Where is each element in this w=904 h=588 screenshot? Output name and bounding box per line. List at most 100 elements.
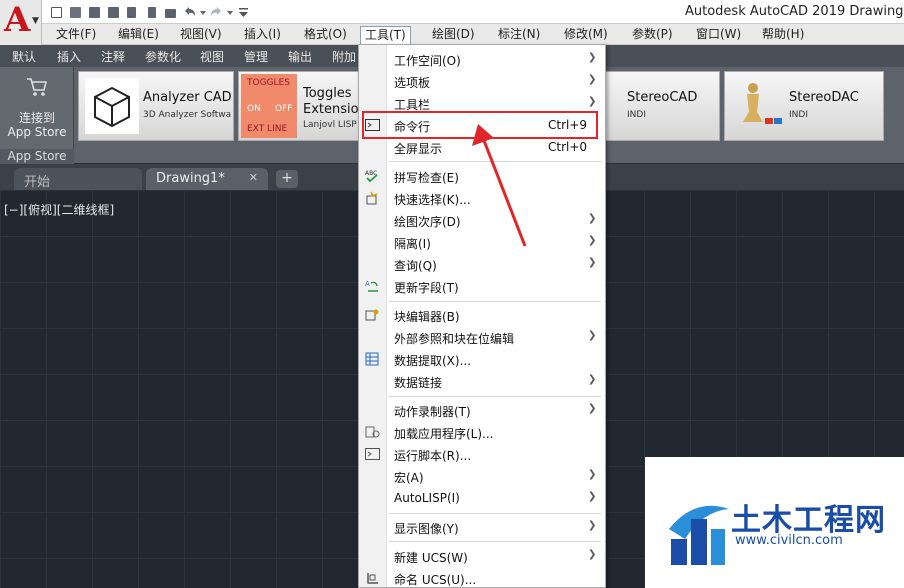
undo-dropdown-icon[interactable]	[200, 4, 206, 21]
print-icon[interactable]	[162, 4, 179, 21]
app-name: StereoDAC	[789, 90, 859, 105]
viewport-controls[interactable]: [−][俯视][二维线框]	[4, 201, 114, 218]
block-editor-icon	[365, 309, 379, 321]
ribbon-tab-output[interactable]: 输出	[288, 48, 312, 65]
app-card-stereodac[interactable]: StereoDAC INDI	[724, 71, 884, 141]
ribbon-tab-annotate[interactable]: 注释	[101, 48, 125, 65]
redo-icon[interactable]	[208, 4, 225, 21]
app-publisher: INDI	[789, 110, 808, 120]
menu-help[interactable]: 帮助(H)	[758, 26, 808, 44]
run-script-icon	[365, 448, 380, 460]
menu-item-workspaces[interactable]: 工作空间(O) ❯	[359, 48, 605, 70]
close-icon[interactable]: ✕	[249, 171, 258, 184]
menu-dimension[interactable]: 标注(N)	[494, 26, 544, 44]
menu-item-named-ucs[interactable]: 命名 UCS(U)...	[359, 567, 605, 588]
menu-item-data-extraction[interactable]: 数据提取(X)...	[359, 348, 605, 370]
menu-format[interactable]: 格式(O)	[300, 26, 351, 44]
new-file-icon[interactable]	[48, 4, 65, 21]
chevron-right-icon: ❯	[588, 213, 597, 224]
site-watermark: 土木工程网 www.civilcn.com	[645, 457, 904, 588]
ribbon-tab-view[interactable]: 视图	[200, 48, 224, 65]
spell-check-icon: ABC	[365, 170, 378, 183]
save-icon[interactable]	[86, 4, 103, 21]
menu-item-draw-order[interactable]: 绘图次序(D) ❯	[359, 209, 605, 231]
chevron-right-icon: ❯	[588, 491, 597, 502]
menu-bar: 文件(F) 编辑(E) 视图(V) 插入(I) 格式(O) 工具(T) 绘图(D…	[42, 24, 904, 46]
menu-separator	[389, 396, 601, 397]
ribbon-tab-addins[interactable]: 附加	[332, 48, 356, 65]
app-publisher: Lanjovl LISP	[303, 120, 357, 130]
toggles-thumbnail: TOGGLES ON OFF EXT LINE	[241, 74, 297, 138]
chevron-right-icon: ❯	[588, 52, 597, 63]
app-title: Autodesk AutoCAD 2019 Drawing1.	[685, 4, 904, 19]
app-card-stereocad[interactable]: StereoCAD INDI	[600, 71, 720, 141]
menu-parametric[interactable]: 参数(P)	[628, 26, 677, 44]
menu-item-block-editor[interactable]: 块编辑器(B)	[359, 304, 605, 326]
app-store-label: 连接到	[18, 111, 55, 125]
new-tab-button[interactable]: +	[276, 170, 298, 188]
open-folder-icon[interactable]	[67, 4, 84, 21]
svg-text:A: A	[365, 280, 370, 288]
cube-icon	[85, 78, 139, 134]
menu-item-display-image[interactable]: 显示图像(Y) ❯	[359, 516, 605, 538]
menu-item-new-ucs[interactable]: 新建 UCS(W) ❯	[359, 545, 605, 567]
shopping-cart-icon	[27, 78, 48, 96]
tab-start[interactable]: 开始	[14, 168, 142, 190]
undo-icon[interactable]	[181, 4, 198, 21]
panel-title: App Store	[0, 149, 74, 164]
tab-label: 开始	[24, 175, 51, 190]
app-publisher: 3D Analyzer Softwa	[143, 110, 232, 120]
chevron-right-icon: ❯	[588, 520, 597, 531]
menu-separator	[389, 301, 601, 302]
menu-item-isolate[interactable]: 隔离(I) ❯	[359, 231, 605, 253]
app-card-analyzer-cad[interactable]: Analyzer CAD 3D Analyzer Softwa	[78, 71, 234, 141]
chess-piece-icon	[743, 83, 782, 124]
application-menu-button[interactable]: A ▼	[0, 0, 42, 48]
menu-item-palettes[interactable]: 选项板 ❯	[359, 70, 605, 92]
menu-view[interactable]: 视图(V)	[176, 26, 226, 44]
redo-dropdown-icon[interactable]	[227, 4, 233, 21]
open-sheet-icon[interactable]	[124, 4, 141, 21]
menu-item-inquiry[interactable]: 查询(Q) ❯	[359, 253, 605, 275]
menu-item-autolisp[interactable]: AutoLISP(I) ❯	[359, 487, 605, 509]
ribbon-tab-manage[interactable]: 管理	[244, 48, 268, 65]
title-bar: Autodesk AutoCAD 2019 Drawing1.	[0, 0, 904, 24]
app-card-toggles-extension[interactable]: TOGGLES ON OFF EXT LINE Toggles Extensio…	[238, 71, 367, 141]
app-store-label: App Store	[7, 125, 67, 139]
menu-item-quick-select[interactable]: 快速选择(K)...	[359, 187, 605, 209]
chevron-right-icon: ❯	[588, 549, 597, 560]
chevron-right-icon: ❯	[588, 330, 597, 341]
menu-item-fullscreen[interactable]: 全屏显示 Ctrl+0	[359, 136, 605, 158]
menu-item-run-script[interactable]: 运行脚本(R)...	[359, 443, 605, 465]
chevron-right-icon: ❯	[588, 96, 597, 107]
customize-qat-icon[interactable]	[235, 4, 252, 21]
menu-file[interactable]: 文件(F)	[52, 26, 100, 44]
menu-item-load-application[interactable]: 加载应用程序(L)...	[359, 421, 605, 443]
watermark-url: www.civilcn.com	[735, 533, 843, 548]
menu-item-macro[interactable]: 宏(A) ❯	[359, 465, 605, 487]
menu-item-data-links[interactable]: 数据链接 ❯	[359, 370, 605, 392]
menu-edit[interactable]: 编辑(E)	[114, 26, 163, 44]
menu-item-xref-in-place-edit[interactable]: 外部参照和块在位编辑 ❯	[359, 326, 605, 348]
menu-item-update-fields[interactable]: A 更新字段(T)	[359, 275, 605, 297]
ribbon-tab-parametric[interactable]: 参数化	[145, 48, 181, 65]
menu-window[interactable]: 窗口(W)	[692, 26, 745, 44]
annotation-highlight-box	[362, 111, 598, 139]
menu-draw[interactable]: 绘图(D)	[428, 26, 479, 44]
menu-separator	[389, 513, 601, 514]
save-as-icon[interactable]	[105, 4, 122, 21]
tab-drawing1[interactable]: Drawing1* ✕	[146, 168, 268, 190]
menu-modify[interactable]: 修改(M)	[560, 26, 612, 44]
chevron-right-icon: ❯	[588, 74, 597, 85]
ribbon-tab-insert[interactable]: 插入	[57, 48, 81, 65]
mobile-icon[interactable]	[143, 4, 160, 21]
civilcn-logo-icon	[669, 505, 729, 565]
ribbon-tab-default[interactable]: 默认	[12, 48, 36, 65]
menu-insert[interactable]: 插入(I)	[240, 26, 285, 44]
menu-item-action-recorder[interactable]: 动作录制器(T) ❯	[359, 399, 605, 421]
menu-item-spell-check[interactable]: ABC 拼写检查(E)	[359, 165, 605, 187]
connect-app-store-button[interactable]: 连接到 App Store	[0, 67, 74, 149]
quick-access-toolbar	[48, 2, 252, 22]
menu-tools[interactable]: 工具(T)	[360, 26, 411, 46]
autocad-logo-icon: A	[4, 0, 31, 40]
